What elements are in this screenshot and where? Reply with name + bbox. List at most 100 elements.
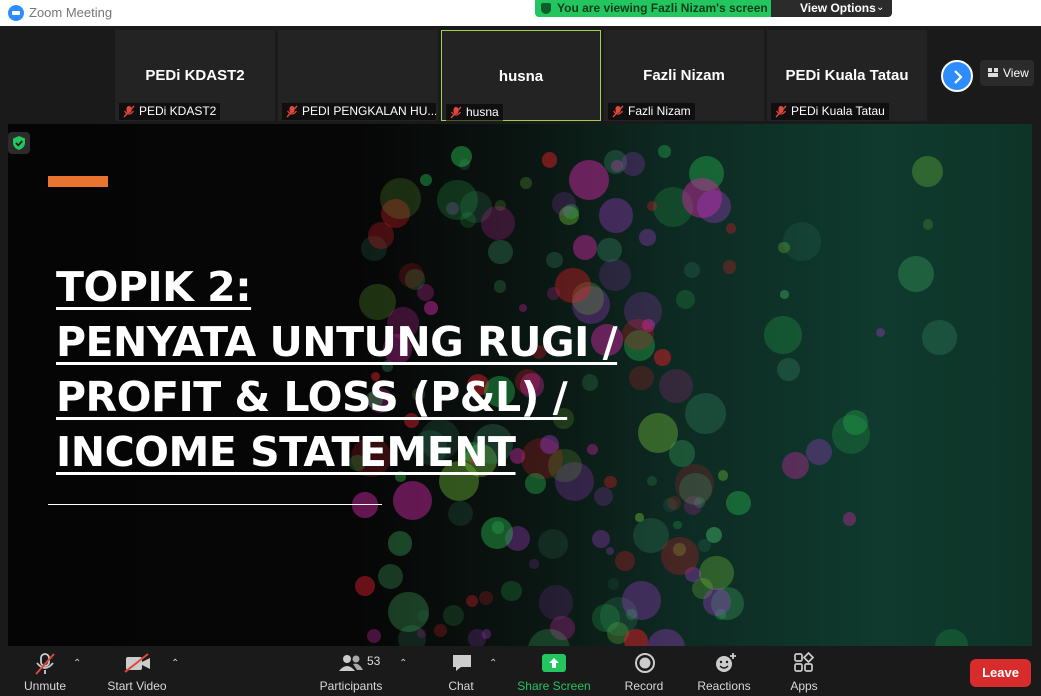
mic-muted-icon [612,105,624,118]
participant-tile-active-speaker[interactable]: husna husna [441,30,601,121]
bokeh-dot [367,628,381,643]
bokeh-dot [660,537,699,575]
share-screen-button[interactable]: Share Screen [514,648,594,696]
bokeh-dot [466,594,479,607]
view-button-label: View [1003,66,1029,80]
bokeh-dot [591,604,620,632]
bokeh-dot [912,156,944,188]
bokeh-dot [831,414,871,454]
participant-name-label: husna [446,104,503,121]
bokeh-dot [541,151,558,168]
bokeh-dot [379,178,421,220]
slide-title-line: PENYATA UNTUNG RUGI / [56,318,618,366]
viewing-screen-banner: You are viewing Fazli Nizam's screen [535,0,771,17]
bokeh-dot [417,629,427,638]
apps-label: Apps [790,679,818,693]
slide-title: TOPIK 2: PENYATA UNTUNG RUGI / PROFIT & … [56,260,618,480]
bokeh-dot [573,235,598,260]
shield-icon [541,3,551,14]
bokeh-dot [481,517,513,549]
participant-name-label: PEDi Kuala Tatau [771,103,889,120]
bokeh-dot [647,201,657,211]
view-options-button[interactable]: View Options ⌄ [771,0,892,17]
apps-button[interactable]: Apps [784,648,824,696]
view-button[interactable]: View [980,60,1034,86]
participant-label-text: Fazli Nizam [628,104,691,118]
mic-muted-icon [123,105,135,118]
bokeh-dot [387,531,412,556]
chat-button[interactable]: Chat [441,648,481,696]
bokeh-dot [782,221,822,261]
participant-label-text: husna [466,105,499,119]
meeting-toolbar: Unmute ⌃ Start Video ⌃ Participants 53 ⌃… [0,648,1041,696]
unmute-button[interactable]: Unmute [14,648,76,696]
participant-tile[interactable]: Fazli Nizam Fazli Nizam [604,30,764,121]
chat-options-caret[interactable]: ⌃ [489,658,499,669]
participant-name-label: PEDI PENGKALAN HU... [282,103,436,120]
share-screen-label: Share Screen [517,679,591,693]
chat-icon [453,655,471,671]
bokeh-dot [591,530,610,549]
record-button[interactable]: Record [620,648,668,696]
video-options-caret[interactable]: ⌃ [171,658,181,669]
audio-options-caret[interactable]: ⌃ [73,658,83,669]
bokeh-dot [551,191,576,216]
mic-muted-icon [775,105,787,118]
bokeh-dot [639,229,656,246]
encryption-shield-icon[interactable] [8,132,30,154]
bokeh-dot [568,159,610,200]
chevron-right-icon [954,70,963,84]
participant-label-text: PEDI PENGKALAN HU... [302,104,436,118]
participant-label-text: PEDi Kuala Tatau [791,104,885,118]
bokeh-dot [607,578,619,590]
bokeh-dot [679,473,712,506]
slide-title-line: TOPIK 2: [56,263,252,311]
reactions-icon [716,653,736,672]
bokeh-dot [367,222,395,249]
bokeh-dot [529,559,539,569]
participant-tile[interactable]: PEDI PENGKALAN HU... [278,30,438,121]
chat-label: Chat [448,679,474,693]
reactions-button[interactable]: Reactions [694,648,754,696]
participant-display-name: PEDi Kuala Tatau [785,67,909,84]
bokeh-dot [501,580,522,602]
shared-screen: TOPIK 2: PENYATA UNTUNG RUGI / PROFIT & … [8,124,1032,646]
participants-label: Participants [319,679,383,693]
share-screen-icon [542,654,566,672]
start-video-button[interactable]: Start Video [104,648,170,696]
bokeh-dot [442,605,465,627]
slide-accent-bar [48,176,108,187]
bokeh-dot [717,470,729,481]
bokeh-dot [675,289,696,310]
participant-count: 53 [367,654,381,668]
bokeh-dot [392,480,432,521]
participant-label-text: PEDi KDAST2 [139,104,217,118]
bokeh-dot [935,629,969,646]
bokeh-dot [478,591,493,606]
bokeh-dot [434,624,448,638]
leave-button[interactable]: Leave [970,659,1031,687]
next-page-button[interactable] [941,60,973,92]
bokeh-dot [638,412,678,453]
participant-tile[interactable]: PEDi Kuala Tatau PEDi Kuala Tatau [767,30,927,121]
bokeh-dot [722,260,737,275]
bokeh-dot [597,237,622,262]
bokeh-dot [684,392,726,434]
bokeh-dot [447,500,474,527]
bokeh-dot [875,327,886,338]
participant-tile[interactable]: PEDi KDAST2 PEDi KDAST2 [115,30,275,121]
bokeh-dot [420,174,433,187]
bokeh-dot [725,222,737,234]
bokeh-dot [623,629,648,646]
bokeh-dot [622,318,654,351]
apps-icon [794,652,815,672]
unmute-label: Unmute [23,679,67,693]
mic-muted-icon [450,106,462,119]
bokeh-dot [594,486,614,506]
bokeh-dot [646,475,657,486]
bokeh-dot [537,529,569,560]
bokeh-dot [629,365,655,391]
participants-options-caret[interactable]: ⌃ [399,658,409,669]
bokeh-dot [776,358,800,382]
record-icon [635,653,655,673]
